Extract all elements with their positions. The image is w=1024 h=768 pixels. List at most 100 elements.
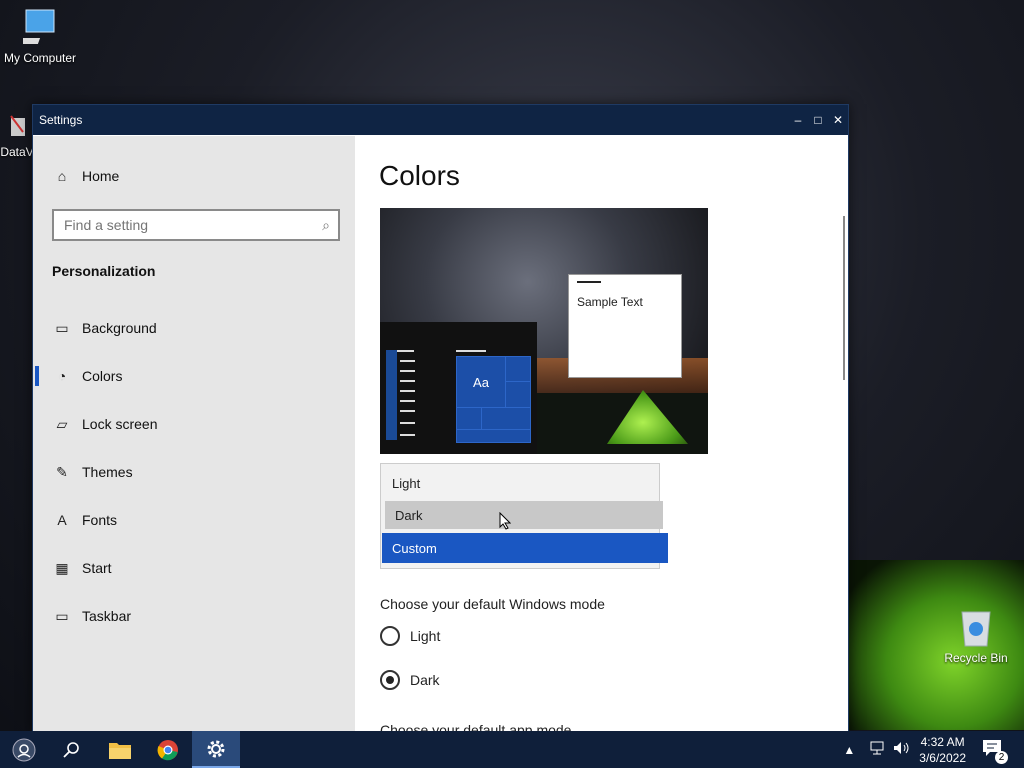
palette-icon: ◔ [57,368,67,384]
sidebar-item-fonts[interactable]: A Fonts [33,496,355,544]
sidebar-item-label: Background [82,320,157,336]
system-tray: ▲ 4:32 AM 3/6/2022 2 [843,731,1024,768]
search-box[interactable]: ⌕ [52,209,340,241]
radio-checked-icon[interactable] [380,670,400,690]
fonts-icon: A [57,512,67,528]
sidebar-item-start[interactable]: ▦ Start [33,544,355,592]
preview-line [400,360,415,362]
desktop-icon-label: DataV [0,145,34,159]
preview-line [456,350,486,352]
sample-text: Sample Text [577,295,643,309]
nav-list: ▭ Background ◔ Colors ▱ Lock screen ✎ Th… [33,304,355,640]
lock-screen-icon: ▱ [56,415,68,432]
search-icon [63,741,79,758]
preview-tile [505,356,531,382]
section-title: Personalization [52,263,156,279]
windows-mode-light-radio[interactable]: Light [380,626,440,646]
desktop-icon-label: Recycle Bin [944,651,1008,665]
preview-line [400,434,415,436]
preview-line [400,390,415,392]
preview-tile [505,381,531,408]
preview-start-menu: Aa [380,322,537,454]
windows-mode-dark-radio[interactable]: Dark [380,670,440,690]
preview-sample-window: Sample Text [568,274,682,378]
dropdown-option-light[interactable]: Light [381,468,670,498]
preview-tile [456,407,482,430]
radio-label: Dark [410,672,440,688]
chrome-icon [157,739,178,760]
sidebar-item-label: Start [82,560,112,576]
clock-date: 3/6/2022 [919,750,966,765]
action-center-button[interactable]: 2 [982,739,1008,764]
dropdown-option-dark[interactable]: Dark [385,501,663,529]
home-icon: ⌂ [57,168,67,184]
start-button[interactable] [0,731,48,768]
preview-line [400,422,415,424]
radio-unchecked-icon[interactable] [380,626,400,646]
close-button[interactable]: ✕ [828,105,848,135]
sidebar-item-background[interactable]: ▭ Background [33,304,355,352]
recycle-bin-icon [961,611,991,647]
clock[interactable]: 4:32 AM 3/6/2022 [919,734,966,766]
preview-line [577,281,601,283]
network-icon[interactable] [869,741,885,758]
minimize-button[interactable]: – [788,105,808,135]
sidebar-item-label: Themes [82,464,133,480]
preview-line [400,380,415,382]
settings-window: Settings – □ ✕ ⌂ Home ⌕ Personalization … [32,104,849,734]
sidebar-item-lock-screen[interactable]: ▱ Lock screen [33,400,355,448]
settings-taskbar-button[interactable] [192,731,240,768]
volume-icon[interactable] [893,741,911,758]
main-content: Colors Aa Sample Text Light Dark Custom … [355,136,845,733]
desktop-icon-recycle-bin[interactable]: Recycle Bin [940,606,1012,665]
notification-count-badge: 2 [995,751,1008,764]
window-title: Settings [39,113,83,127]
sidebar-item-label: Lock screen [82,416,158,432]
search-taskbar-button[interactable] [48,731,96,768]
desktop-icon-my-computer[interactable]: My Computer [0,8,80,65]
show-hidden-icons-chevron-icon[interactable]: ▲ [843,743,855,757]
sidebar: ⌂ Home ⌕ Personalization ▭ Background ◔ … [33,136,355,733]
gear-icon [207,740,225,757]
folder-icon [109,742,131,759]
shortcut-icon [10,115,25,136]
file-explorer-button[interactable] [96,731,144,768]
title-bar[interactable]: Settings – □ ✕ [33,105,848,135]
preview-tile-large: Aa [456,356,506,408]
preview-tile [481,407,531,430]
windows-mode-label: Choose your default Windows mode [380,596,605,612]
preview-line [400,410,415,412]
radio-label: Light [410,628,441,644]
sidebar-item-colors[interactable]: ◔ Colors [33,352,355,400]
taskbar: ▲ 4:32 AM 3/6/2022 2 [0,731,1024,768]
start-orb-icon [12,738,36,761]
preview-line [400,370,415,372]
nav-home[interactable]: ⌂ Home [51,168,120,184]
desktop-icon-data[interactable]: DataV [0,112,34,159]
clock-time: 4:32 AM [920,734,965,749]
page-title: Colors [379,160,460,191]
image-icon: ▭ [55,319,69,336]
taskbar-icon: ▭ [55,607,69,624]
sidebar-item-label: Colors [82,368,123,384]
sidebar-item-themes[interactable]: ✎ Themes [33,448,355,496]
start-icon: ▦ [55,559,69,576]
dropdown-option-custom[interactable]: Custom [382,533,668,563]
sidebar-item-label: Taskbar [82,608,132,624]
computer-icon [17,9,55,44]
sidebar-item-label: Fonts [82,512,118,528]
search-icon[interactable]: ⌕ [314,217,338,234]
search-input[interactable] [54,216,314,234]
preview-tile [456,429,531,443]
scrollbar[interactable] [843,216,845,380]
maximize-button[interactable]: □ [808,105,828,135]
preview-side-bar [386,350,397,440]
themes-icon: ✎ [56,463,68,480]
sidebar-item-taskbar[interactable]: ▭ Taskbar [33,592,355,640]
color-dropdown-list[interactable]: Light Dark Custom [380,463,668,569]
chrome-button[interactable] [144,731,192,768]
desktop-icon-label: My Computer [3,51,77,65]
nav-home-label: Home [82,168,120,184]
mouse-cursor-icon [499,511,512,535]
preview-line [400,400,415,402]
